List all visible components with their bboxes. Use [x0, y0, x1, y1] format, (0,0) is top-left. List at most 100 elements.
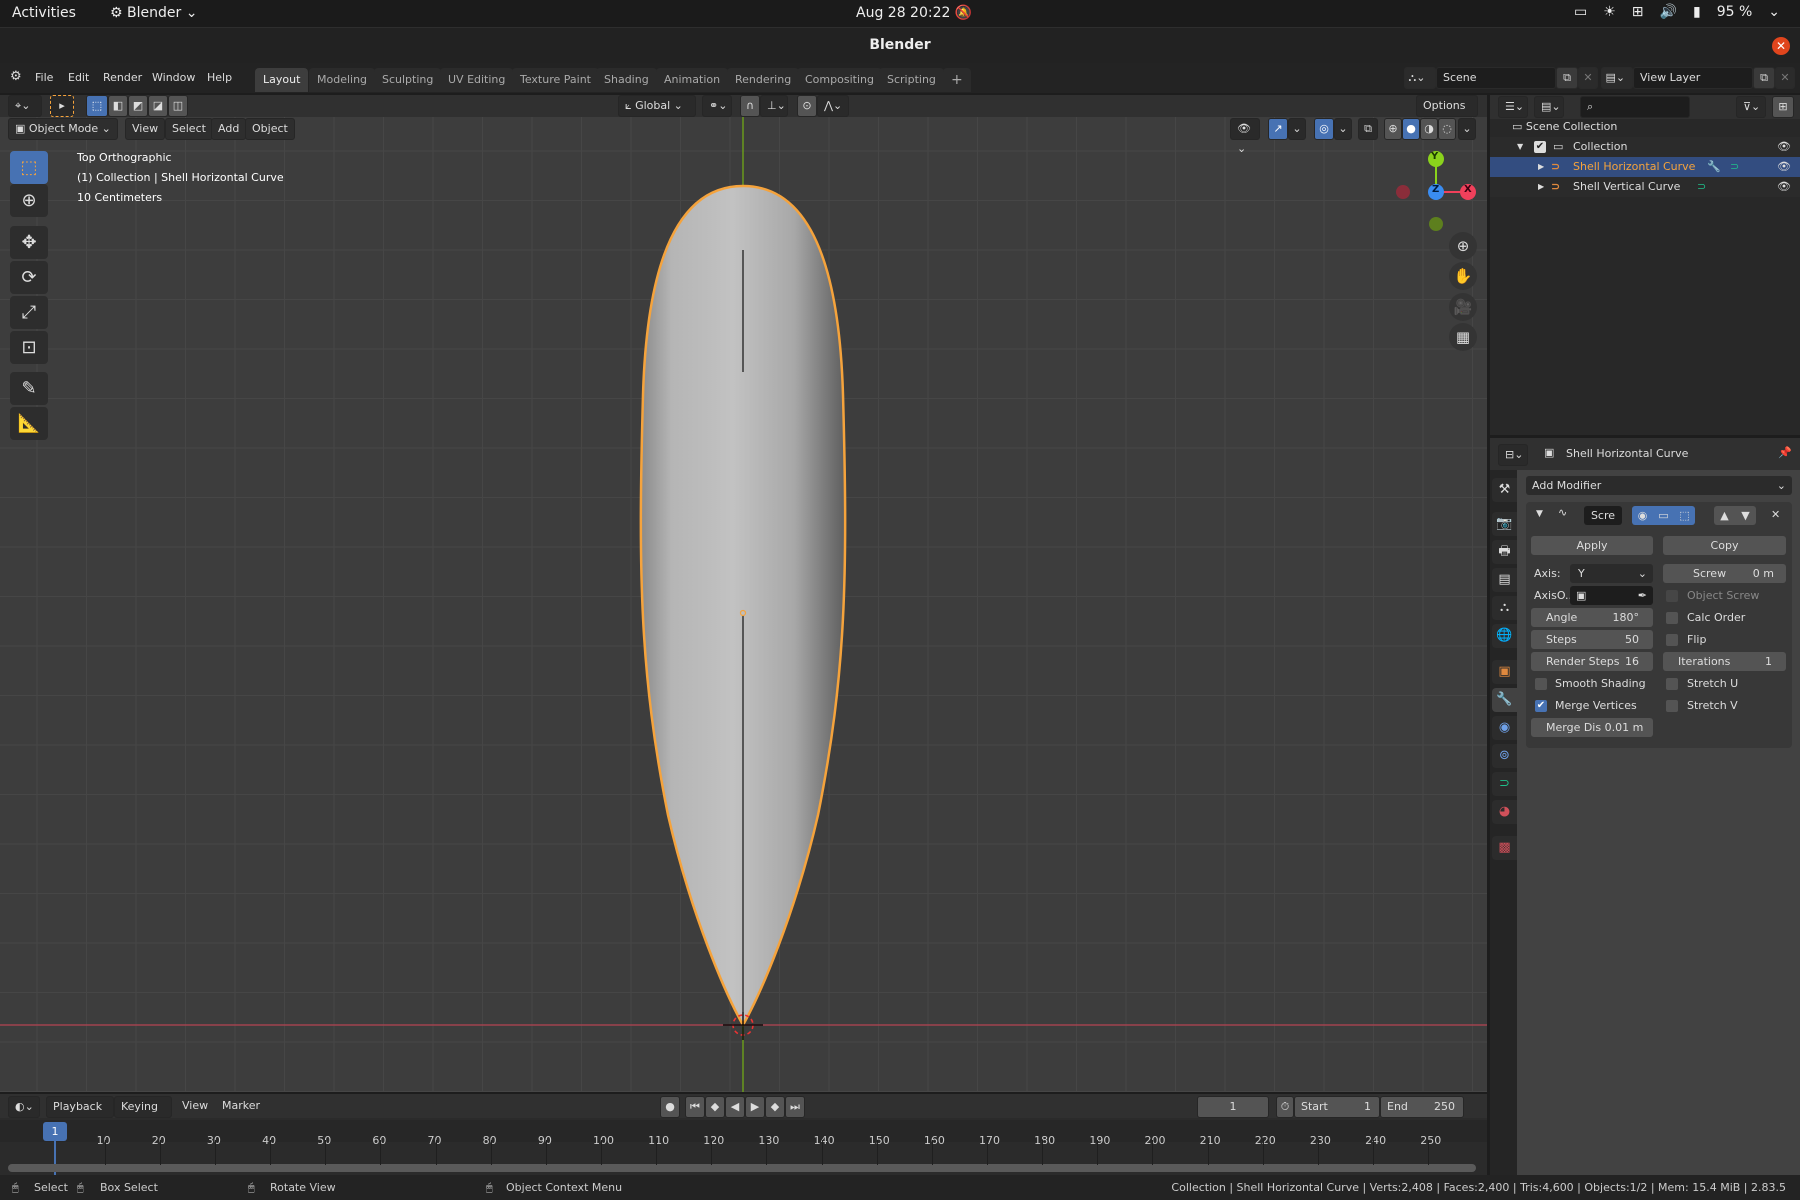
scene-selector-button[interactable]: ⛬⌄ [1404, 67, 1436, 89]
collection-row[interactable]: ▼ ✔ ▭ Collection 👁 [1490, 137, 1800, 157]
tab-output[interactable]: 🖶 [1492, 540, 1517, 564]
gizmo-x-label[interactable]: X [1464, 184, 1472, 195]
transform-tool[interactable]: ⊡ [10, 331, 48, 364]
merge-vertices-checkbox[interactable]: ✔ [1535, 700, 1547, 712]
menu-add[interactable]: Add [211, 118, 247, 140]
modifier-name-field[interactable]: Scre [1584, 506, 1622, 525]
blender-logo-icon[interactable]: ⚙ [10, 69, 22, 84]
object-mode-dropdown[interactable]: ▣ Object Mode ⌄ [8, 118, 118, 140]
properties-editor-type[interactable]: ⊟⌄ [1498, 444, 1528, 466]
tab-texture[interactable]: ▩ [1492, 836, 1517, 860]
scene-collection-row[interactable]: ▭ Scene Collection [1490, 117, 1800, 137]
select-box-tool[interactable]: ⬚ [10, 151, 48, 184]
keying-menu[interactable]: Keying ⌄ [114, 1096, 172, 1133]
current-frame-field[interactable]: 1 [1197, 1096, 1269, 1118]
gizmo-dropdown[interactable]: ⌄ [1288, 118, 1306, 140]
editmode-toggle[interactable]: ⬚ [1674, 506, 1695, 525]
tab-layout[interactable]: Layout [255, 68, 309, 92]
expand-arrow-icon[interactable]: ▼ [1517, 137, 1523, 157]
visibility-dropdown[interactable]: 👁⌄ [1230, 118, 1260, 155]
iterations-field[interactable]: Iterations 1 [1663, 652, 1786, 671]
render-steps-field[interactable]: Render Steps 16 [1531, 652, 1653, 671]
eye-icon[interactable]: 👁 [1777, 137, 1791, 157]
outliner-search-input[interactable]: ⌕ [1580, 96, 1690, 118]
display-mode-dropdown[interactable]: ▤⌄ [1534, 96, 1564, 118]
tab-shading[interactable]: Shading [596, 68, 657, 92]
shading-dropdown[interactable]: ⌄ [1458, 118, 1476, 140]
xray-toggle[interactable]: ⧉ [1358, 118, 1378, 140]
viewport-toggle[interactable]: ▭ [1653, 506, 1674, 525]
cursor-tool[interactable]: ⊕ [10, 184, 48, 217]
add-modifier-dropdown[interactable]: Add Modifier ⌄ [1526, 476, 1792, 495]
scene-name-field[interactable]: Scene [1436, 67, 1556, 89]
playback-menu[interactable]: Playback ⌄ [46, 1096, 114, 1133]
new-collection-button[interactable]: ⊞ [1772, 96, 1794, 118]
mode-invert-button[interactable]: ◪ [148, 95, 168, 117]
expand-arrow-icon[interactable]: ▶ [1538, 157, 1544, 177]
tab-object[interactable]: ▣ [1492, 660, 1517, 684]
timeline-view-menu[interactable]: View [182, 1099, 208, 1112]
timeline-scrollbar[interactable] [8, 1164, 1476, 1172]
mode-subtract-button[interactable]: ◩ [128, 95, 148, 117]
options-dropdown[interactable]: Options ⌄ [1416, 95, 1478, 132]
gizmo-z-label[interactable]: Z [1432, 184, 1439, 195]
activities-button[interactable]: Activities [12, 5, 76, 21]
3d-viewport[interactable]: Y Z X Top Orthographic (1) Collection | … [0, 95, 1487, 1092]
snap-toggle[interactable]: ∩ [740, 95, 760, 117]
playhead-frame-indicator[interactable]: 1 [43, 1122, 67, 1141]
gizmo-toggle[interactable]: ↗ [1268, 118, 1288, 140]
render-toggle[interactable]: ◉ [1632, 506, 1653, 525]
marker-menu[interactable]: Marker [222, 1099, 260, 1112]
tab-view-layer[interactable]: ▤ [1492, 568, 1517, 592]
flip-checkbox[interactable] [1666, 634, 1678, 646]
menu-render[interactable]: Render [103, 71, 142, 84]
tab-sculpting[interactable]: Sculpting [374, 68, 442, 92]
system-tray[interactable]: ▭ ☀ ⊞ 🔊 ▮ 95 % ⌄ [1574, 4, 1780, 20]
close-window-button[interactable]: ✕ [1772, 37, 1790, 55]
menu-view[interactable]: View [125, 118, 166, 140]
editor-type-button[interactable]: ⌖⌄ [8, 95, 42, 117]
mode-intersect-button[interactable]: ◫ [168, 95, 188, 117]
remove-modifier-button[interactable]: ✕ [1771, 508, 1780, 521]
apply-button[interactable]: Apply [1531, 536, 1653, 555]
stretch-v-checkbox[interactable] [1666, 700, 1678, 712]
pivot-point-dropdown[interactable]: ⚭⌄ [702, 95, 732, 117]
shading-rendered[interactable]: ◌ [1438, 118, 1456, 140]
pan-view-button[interactable]: ✋ [1449, 262, 1477, 290]
gizmo-y-label[interactable]: Y [1431, 151, 1438, 162]
tab-constraints[interactable]: ⊚ [1492, 744, 1517, 768]
start-frame-field[interactable]: Start 1 [1294, 1096, 1380, 1118]
axis-dropdown[interactable]: Y ⌄ [1570, 564, 1653, 583]
menu-file[interactable]: File [35, 71, 53, 84]
tab-scripting[interactable]: Scripting [879, 68, 944, 92]
next-keyframe-button[interactable]: ◆ [765, 1096, 785, 1118]
overlays-dropdown[interactable]: ⌄ [1334, 118, 1352, 140]
tab-modifiers[interactable]: 🔧 [1492, 688, 1517, 712]
menu-help[interactable]: Help [207, 71, 232, 84]
collapse-arrow-icon[interactable]: ▼ [1536, 509, 1543, 519]
toggle-ortho-button[interactable]: ▦ [1449, 323, 1477, 351]
wrench-icon[interactable]: 🔧 [1707, 157, 1721, 177]
collection-checkbox[interactable]: ✔ [1534, 141, 1546, 153]
app-menu[interactable]: ⚙ Blender ⌄ [110, 5, 197, 21]
annotate-tool[interactable]: ✎ [10, 372, 48, 405]
play-button[interactable]: ▶ [745, 1096, 765, 1118]
eyedropper-icon[interactable]: ✒ [1638, 586, 1647, 605]
preview-range-toggle[interactable]: ⏱ [1276, 1096, 1294, 1118]
curve-data-icon[interactable]: ⊃ [1697, 177, 1706, 197]
jump-start-button[interactable]: ⏮ [685, 1096, 705, 1118]
proportional-edit-toggle[interactable]: ⊙ [797, 95, 817, 117]
jump-end-button[interactable]: ⏭ [785, 1096, 805, 1118]
timeline-editor-type[interactable]: ◐⌄ [8, 1096, 40, 1118]
tab-scene[interactable]: ⛬ [1492, 596, 1517, 620]
outliner-editor-type[interactable]: ☰⌄ [1498, 96, 1528, 118]
move-down-button[interactable]: ▼ [1735, 506, 1756, 525]
overlays-toggle[interactable]: ◎ [1314, 118, 1334, 140]
move-tool[interactable]: ✥ [10, 226, 48, 259]
zoom-view-button[interactable]: ⊕ [1449, 232, 1477, 260]
filter-dropdown[interactable]: ⊽⌄ [1736, 96, 1766, 118]
prev-keyframe-button[interactable]: ◆ [705, 1096, 725, 1118]
screw-field[interactable]: Screw 0 m [1663, 564, 1786, 583]
menu-edit[interactable]: Edit [68, 71, 89, 84]
pin-icon[interactable]: 📌 [1778, 446, 1792, 459]
